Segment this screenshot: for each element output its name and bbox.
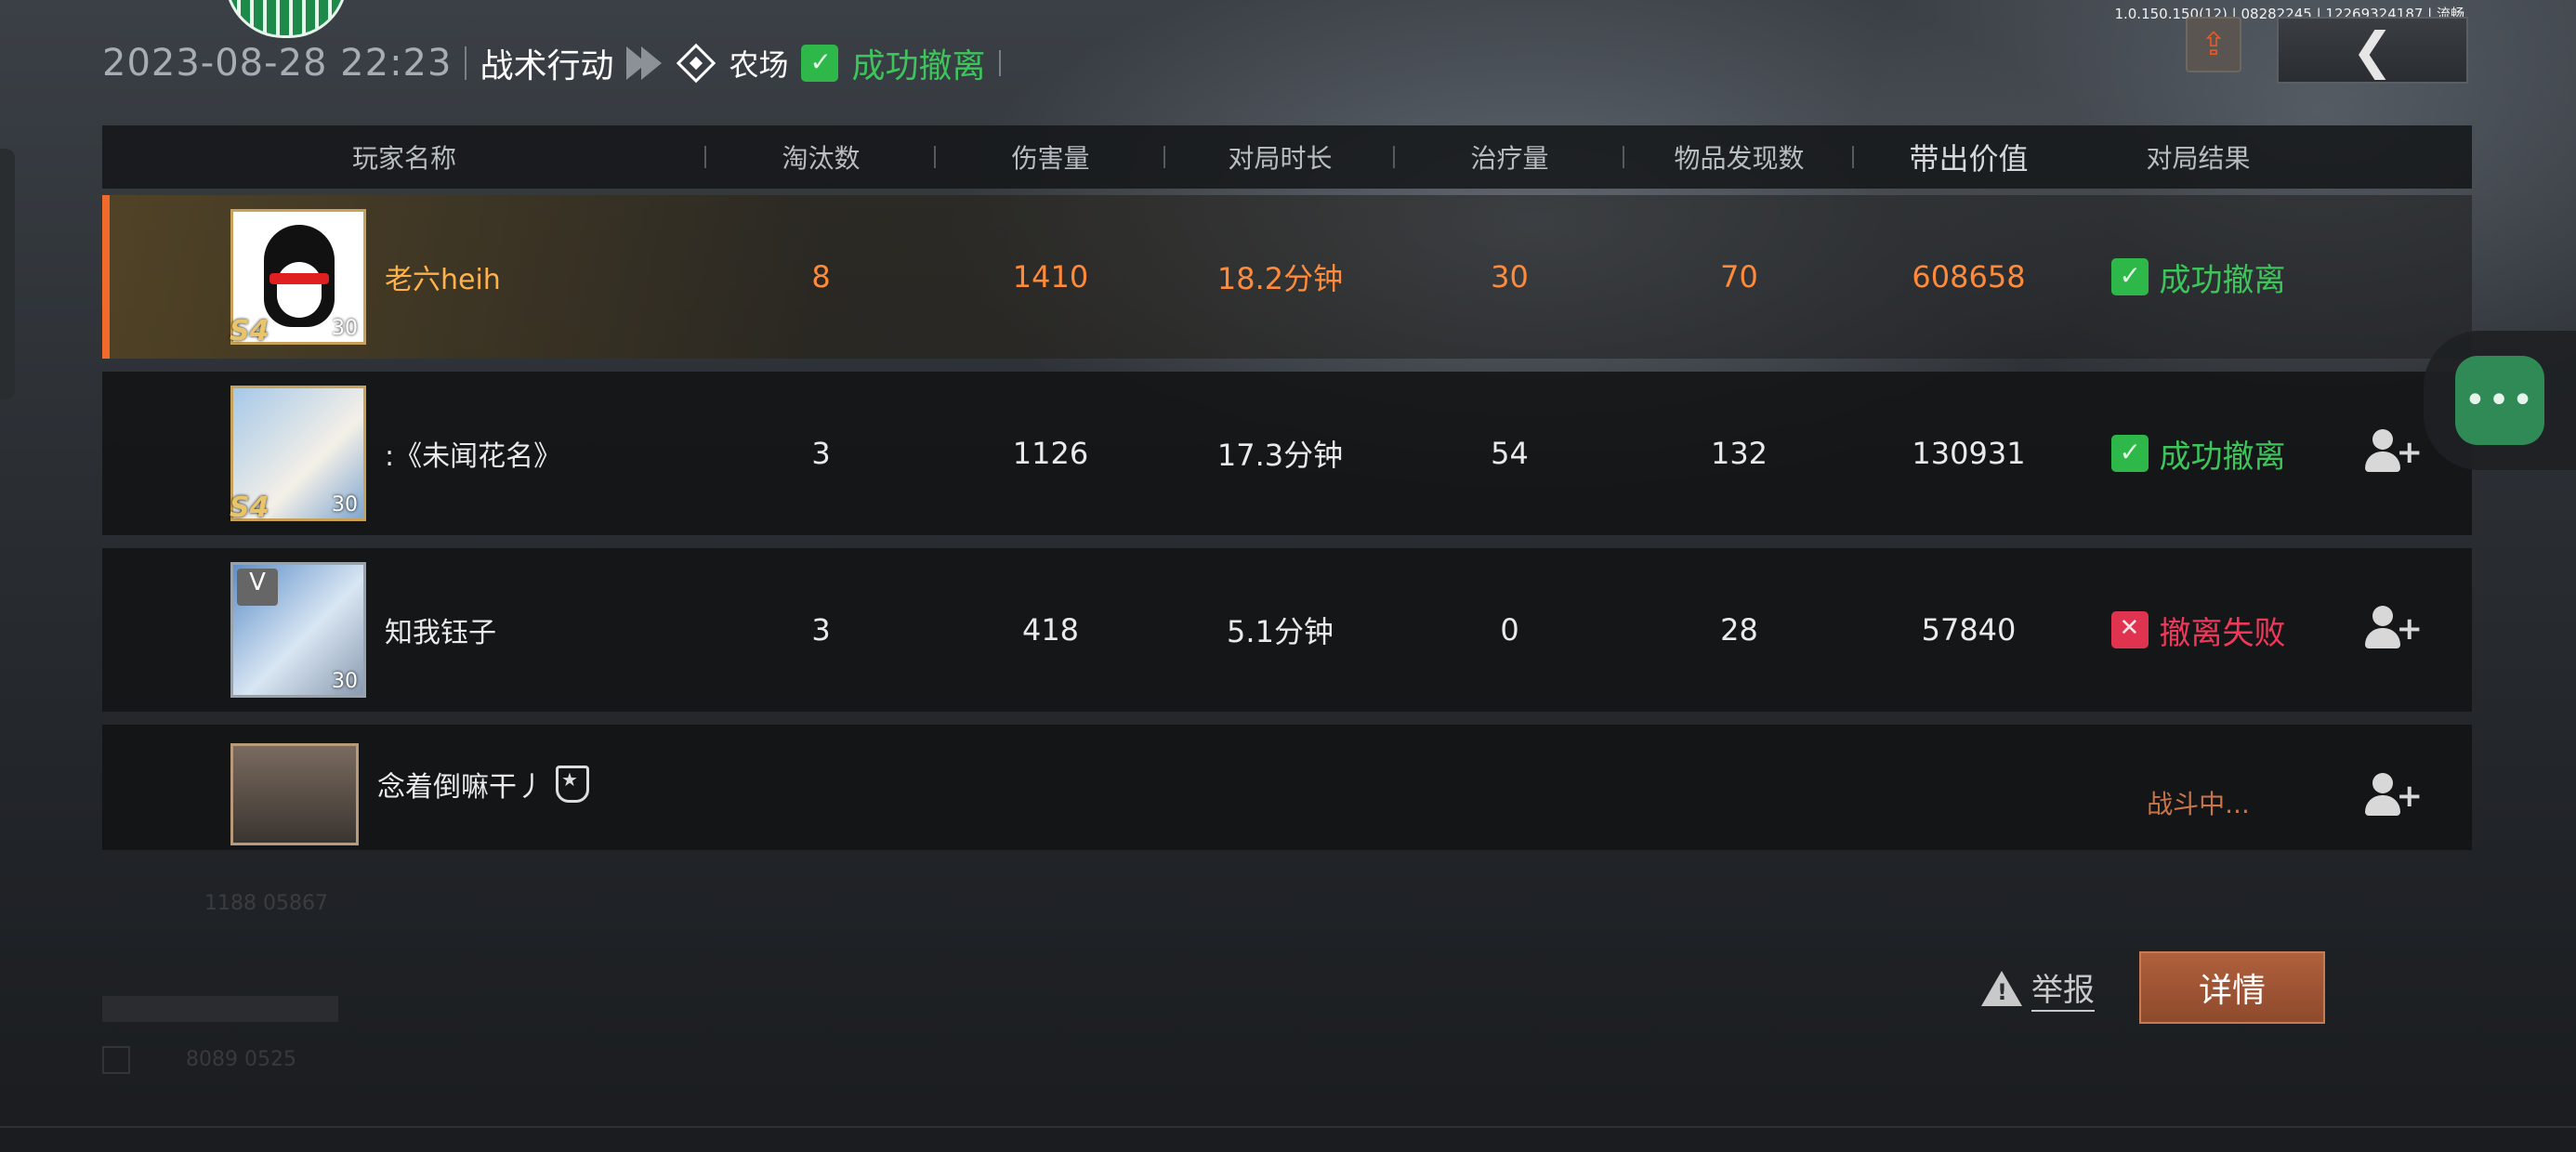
result-cell: 成功撤离: [2083, 431, 2313, 477]
penguin-icon: [264, 225, 335, 327]
divider: [465, 46, 467, 80]
player-cell: S4 30 老六heih: [102, 209, 706, 347]
player-level: 30: [332, 670, 358, 693]
table-row[interactable]: 念着倒嘛干丿 战斗中... +: [102, 725, 2472, 850]
details-button[interactable]: 详情: [2139, 951, 2325, 1024]
chat-button[interactable]: •••: [2424, 331, 2576, 470]
map-icon: [677, 43, 716, 84]
col-heal: 治疗量: [1395, 138, 1624, 176]
faint-bar: [102, 996, 338, 1022]
add-friend-button[interactable]: +: [2313, 771, 2472, 823]
result-cell: 撤离失败: [2083, 608, 2313, 653]
value-value: 608658: [1912, 259, 2026, 295]
avatar[interactable]: S4 30: [230, 209, 366, 347]
player-name: 知我钰子: [385, 617, 496, 649]
report-button[interactable]: 举报: [1981, 964, 2095, 1012]
player-name: :《未闻花名》: [385, 440, 562, 473]
bottom-divider: [0, 1126, 2576, 1128]
add-friend-icon: +: [2364, 604, 2423, 656]
player-name: 老六heih: [385, 264, 501, 296]
result-cell: 成功撤离: [2083, 255, 2313, 300]
avatar[interactable]: S4 30: [230, 386, 366, 524]
top-avatar: [225, 0, 348, 38]
table-row[interactable]: V 30 知我钰子 3 418 5.1分钟 0 28 57840 撤离失败 +: [102, 548, 2472, 712]
faint-code-text: 8089 0525: [186, 1048, 296, 1071]
kills-value: 3: [811, 612, 831, 648]
heal-value: 30: [1491, 259, 1529, 295]
player-cell: V 30 知我钰子: [102, 562, 706, 698]
success-icon: [801, 45, 839, 82]
col-duration: 对局时长: [1165, 138, 1395, 176]
table-header: 玩家名称 淘汰数 伤害量 对局时长 治疗量 物品发现数 带出价值 对局结果: [102, 125, 2472, 189]
success-icon: [2110, 258, 2149, 295]
shield-icon: [556, 765, 589, 803]
value-value: 130931: [1912, 436, 2026, 471]
col-items: 物品发现数: [1624, 138, 1854, 176]
kills-value: 8: [811, 259, 831, 295]
kills-value: 3: [811, 436, 831, 471]
fighting-label: 战斗中...: [2147, 789, 2250, 819]
heal-value: 54: [1491, 436, 1529, 471]
success-icon: [2110, 435, 2149, 472]
match-datetime: 2023-08-28 22:23: [102, 42, 453, 85]
faint-checkbox[interactable]: [102, 1046, 130, 1074]
scoreboard-table: 玩家名称 淘汰数 伤害量 对局时长 治疗量 物品发现数 带出价值 对局结果 S4…: [102, 125, 2472, 850]
fail-icon: [2110, 611, 2149, 648]
avatar[interactable]: [230, 743, 359, 845]
items-value: 70: [1720, 259, 1758, 295]
player-level: 30: [332, 317, 358, 340]
items-value: 132: [1710, 436, 1768, 471]
table-row[interactable]: S4 30 老六heih 8 1410 18.2分钟 30 70 608658 …: [102, 195, 2472, 359]
damage-value: 418: [1021, 612, 1080, 648]
damage-value: 1126: [1012, 436, 1089, 471]
damage-value: 1410: [1012, 259, 1089, 295]
match-result: 成功撤离: [851, 47, 986, 85]
warning-icon: [1981, 970, 2022, 1006]
items-value: 28: [1720, 612, 1758, 648]
col-value: 带出价值: [1909, 141, 2029, 177]
duration-value: 5.1分钟: [1227, 614, 1334, 649]
chat-bubble-icon: •••: [2455, 356, 2544, 445]
share-button[interactable]: ⇪: [2186, 17, 2241, 72]
share-icon: ⇪: [2200, 26, 2228, 63]
result-label: 撤离失败: [2159, 614, 2286, 652]
divider: [998, 50, 1001, 76]
back-arrow-icon: ❮: [2351, 20, 2394, 80]
value-value: 57840: [1921, 612, 2017, 648]
left-edge-tab[interactable]: [0, 149, 15, 399]
back-button[interactable]: ❮: [2277, 17, 2468, 84]
chevrons-icon: [626, 46, 663, 80]
duration-value: 18.2分钟: [1216, 261, 1344, 296]
add-friend-icon: +: [2364, 427, 2423, 479]
result-cell: 战斗中...: [2083, 784, 2313, 821]
rank-badge: V: [237, 569, 278, 606]
result-label: 成功撤离: [2159, 261, 2286, 299]
player-cell: S4 30 :《未闻花名》: [102, 386, 706, 524]
result-label: 成功撤离: [2159, 438, 2286, 476]
add-friend-button[interactable]: +: [2313, 604, 2472, 656]
player-level: 30: [332, 493, 358, 517]
match-mode: 战术行动: [480, 47, 614, 85]
player-cell: 念着倒嘛干丿: [102, 725, 706, 850]
avatar[interactable]: V 30: [230, 562, 366, 698]
map-name: 农场: [729, 47, 789, 83]
player-name: 念着倒嘛干丿: [377, 770, 545, 804]
season-badge: S4: [230, 315, 269, 347]
faint-id-text: 1188 05867: [204, 892, 328, 915]
col-kills: 淘汰数: [706, 138, 936, 176]
col-result: 对局结果: [2146, 143, 2251, 174]
heal-value: 0: [1500, 612, 1519, 648]
table-row[interactable]: S4 30 :《未闻花名》 3 1126 17.3分钟 54 132 13093…: [102, 372, 2472, 535]
col-player: 玩家名称: [102, 138, 706, 176]
add-friend-icon: +: [2364, 771, 2423, 823]
report-label: 举报: [2031, 964, 2095, 1012]
col-damage: 伤害量: [936, 138, 1165, 176]
duration-value: 17.3分钟: [1216, 438, 1344, 473]
match-header: 2023-08-28 22:23 战术行动 农场 成功撤离: [102, 35, 1001, 91]
season-badge: S4: [230, 491, 269, 524]
